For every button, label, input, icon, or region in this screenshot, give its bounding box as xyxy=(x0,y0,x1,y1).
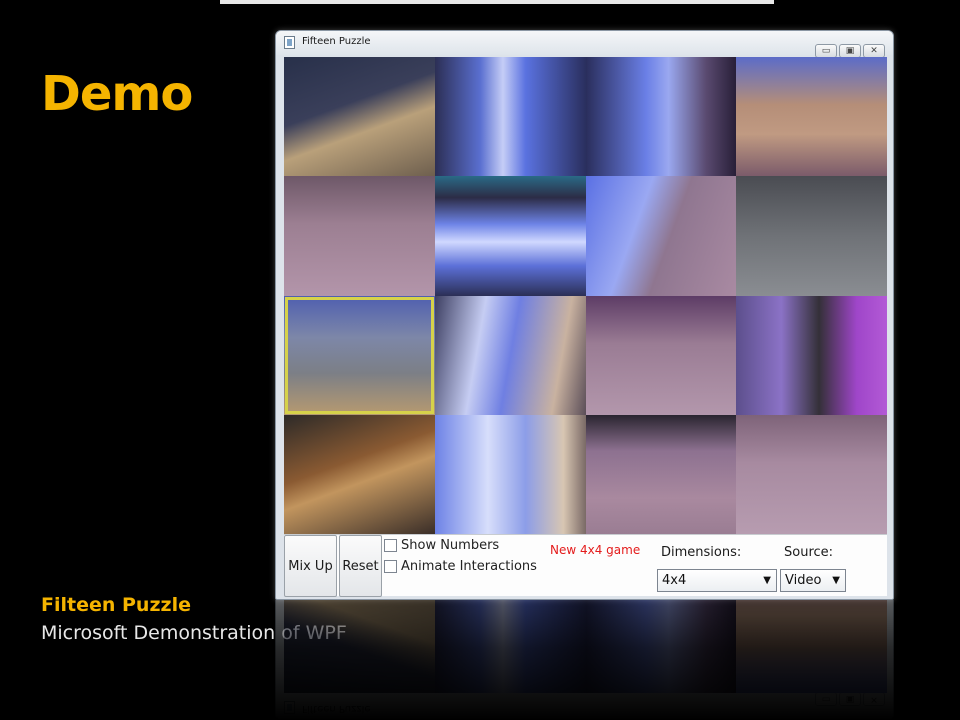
puzzle-tile[interactable] xyxy=(736,57,887,177)
puzzle-tile[interactable] xyxy=(284,57,435,177)
puzzle-tile[interactable] xyxy=(284,414,435,534)
puzzle-tile[interactable] xyxy=(434,295,586,415)
top-bar xyxy=(220,0,774,4)
close-icon: ✕ xyxy=(870,45,878,56)
source-select[interactable]: Video ▼ xyxy=(780,569,846,592)
puzzle-tile[interactable] xyxy=(284,176,435,296)
maximize-button[interactable]: ▣ xyxy=(839,44,861,58)
puzzle-tile[interactable] xyxy=(585,176,737,296)
puzzle-tile[interactable] xyxy=(585,295,737,415)
puzzle-tile[interactable] xyxy=(585,414,737,534)
puzzle-window: Fifteen Puzzle ▭ ▣ ✕ Mix Up Reset Show N… xyxy=(275,30,894,600)
dimensions-value: 4x4 xyxy=(662,573,687,588)
dropdown-arrow-icon: ▼ xyxy=(763,575,771,586)
window-reflection: Fifteen Puzzle ▭ ▣ ✕ Mix Up Reset Show N… xyxy=(275,600,894,720)
reflection-fade xyxy=(275,600,894,720)
puzzle-tile[interactable] xyxy=(434,414,586,534)
show-numbers-option[interactable]: Show Numbers xyxy=(384,538,499,553)
dropdown-arrow-icon: ▼ xyxy=(832,575,840,586)
app-icon xyxy=(284,36,295,49)
minimize-icon: ▭ xyxy=(821,45,831,56)
animate-option[interactable]: Animate Interactions xyxy=(384,559,537,574)
puzzle-tile[interactable] xyxy=(434,57,586,177)
mix-up-button[interactable]: Mix Up xyxy=(284,535,337,597)
dimensions-select[interactable]: 4x4 ▼ xyxy=(657,569,777,592)
minimize-button[interactable]: ▭ xyxy=(815,44,837,58)
puzzle-board xyxy=(284,57,887,534)
window-controls: ▭ ▣ ✕ xyxy=(815,44,885,58)
dimensions-label: Dimensions: xyxy=(661,545,742,560)
caption-title: Filteen Puzzle xyxy=(41,594,191,616)
animate-checkbox[interactable] xyxy=(384,560,397,573)
puzzle-tile[interactable] xyxy=(284,295,435,415)
window-title: Fifteen Puzzle xyxy=(302,36,371,47)
reset-button[interactable]: Reset xyxy=(339,535,382,597)
animate-label: Animate Interactions xyxy=(401,559,537,574)
puzzle-tile[interactable] xyxy=(434,176,586,296)
puzzle-tile[interactable] xyxy=(736,176,887,296)
slide-title: Demo xyxy=(41,66,193,122)
show-numbers-label: Show Numbers xyxy=(401,538,500,553)
status-text: New 4x4 game xyxy=(550,543,641,557)
show-numbers-checkbox[interactable] xyxy=(384,539,397,552)
source-value: Video xyxy=(785,573,822,588)
control-bar: Mix Up Reset Show Numbers Animate Intera… xyxy=(284,534,887,597)
maximize-icon: ▣ xyxy=(845,45,855,56)
close-button[interactable]: ✕ xyxy=(863,44,885,58)
window-titlebar[interactable]: Fifteen Puzzle ▭ ▣ ✕ xyxy=(276,31,893,58)
puzzle-tile[interactable] xyxy=(585,57,737,177)
source-label: Source: xyxy=(784,545,834,560)
puzzle-tile[interactable] xyxy=(736,295,887,415)
puzzle-tile[interactable] xyxy=(736,414,887,534)
